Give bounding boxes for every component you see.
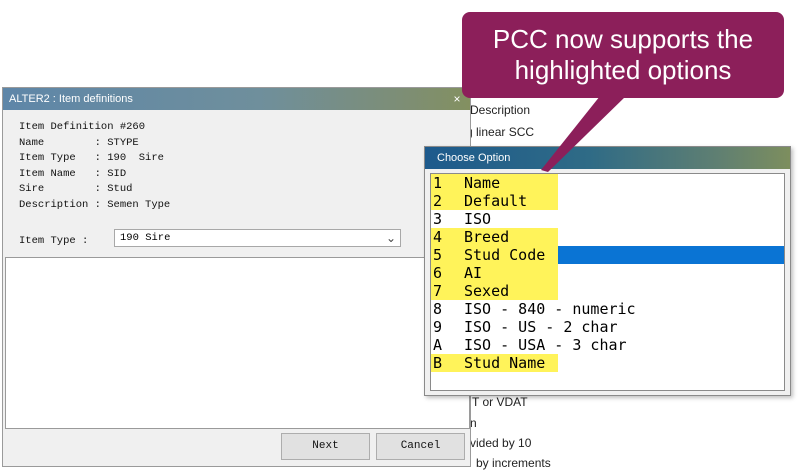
option-code: A — [433, 336, 443, 354]
option-name: Sexed — [464, 282, 510, 300]
option-code: 4 — [433, 228, 443, 246]
info-line: Item Name : SID — [19, 167, 127, 180]
item-type-select[interactable]: 190 Sire ⌄ — [114, 229, 401, 247]
option-item[interactable]: 9 ISO - US - 2 char — [431, 318, 784, 336]
option-code: 2 — [433, 192, 443, 210]
bg-increments-text: by increments — [476, 456, 551, 470]
option-item[interactable]: 3 ISO — [431, 210, 784, 228]
info-line: Description : Semen Type — [19, 198, 171, 211]
callout-line: PCC now supports the — [492, 24, 754, 54]
item-type-label: Item Type : — [19, 235, 89, 247]
option-item[interactable]: 1 Name — [431, 174, 784, 192]
option-item[interactable]: 6 AI — [431, 264, 784, 282]
option-code: 7 — [433, 282, 443, 300]
items-listbox[interactable] — [5, 257, 470, 429]
option-name: ISO - 840 - numeric — [464, 300, 636, 318]
option-code: 5 — [433, 246, 443, 264]
option-name: AI — [464, 264, 483, 282]
info-line: Item Definition #260 — [19, 121, 146, 133]
option-item[interactable]: B Stud Name — [431, 354, 784, 372]
option-name: ISO — [464, 210, 492, 228]
option-list[interactable]: 1 Name 2 Default 3 ISO 4 Breed 5 Stud Code 6 AI 7 Sex… — [430, 173, 785, 391]
next-button[interactable]: Next — [281, 433, 370, 460]
option-highlight — [431, 264, 558, 282]
option-name: Name — [464, 174, 501, 192]
option-code: 3 — [433, 210, 443, 228]
option-name: ISO - US - 2 char — [464, 318, 618, 336]
item-info: Item Definition #260 Name : STYPE Item Typ… — [19, 120, 170, 213]
option-name: ISO - USA - 3 char — [464, 336, 627, 354]
chevron-down-icon[interactable]: ⌄ — [386, 230, 396, 246]
cancel-button[interactable]: Cancel — [376, 433, 465, 460]
callout-box: PCC now supports the highlighted options — [462, 12, 784, 98]
option-name: Stud Code — [464, 246, 546, 264]
option-code: 6 — [433, 264, 443, 282]
dialog-titlebar[interactable]: ALTER2 : Item definitions × — [3, 88, 470, 110]
option-code: 8 — [433, 300, 443, 318]
bg-vdat-text: T or VDAT — [472, 395, 528, 409]
option-item[interactable]: 8 ISO - 840 - numeric — [431, 300, 784, 318]
bg-divided-text: vided by 10 — [470, 436, 532, 450]
choose-option-popup: Choose Option 1 Name 2 Default 3 ISO 4 Breed 5 St… — [424, 146, 791, 396]
option-code: 1 — [433, 174, 443, 192]
bg-n-text: n — [470, 416, 477, 430]
option-item[interactable]: 5 Stud Code — [431, 246, 784, 264]
info-line: Item Type : 190 Sire — [19, 152, 164, 164]
option-code: 9 — [433, 318, 443, 336]
option-item[interactable]: A ISO - USA - 3 char — [431, 336, 784, 354]
info-line: Name : STYPE — [19, 136, 139, 149]
option-name: Breed — [464, 228, 510, 246]
item-type-value: 190 Sire — [120, 232, 171, 244]
option-item[interactable]: 7 Sexed — [431, 282, 784, 300]
popup-title[interactable]: Choose Option — [425, 147, 790, 169]
item-definitions-dialog: ALTER2 : Item definitions × Item Definit… — [2, 87, 471, 467]
info-line: Sire : Stud — [19, 183, 133, 195]
dialog-title: ALTER2 : Item definitions — [9, 93, 133, 105]
option-item[interactable]: 2 Default — [431, 192, 784, 210]
bg-description-text: Description — [470, 103, 531, 117]
bg-linear-scc-text: g linear SCC — [466, 125, 535, 139]
option-code: B — [433, 354, 443, 372]
option-name: Stud Name — [464, 354, 546, 372]
option-name: Default — [464, 192, 528, 210]
callout-line: highlighted options — [514, 55, 732, 85]
option-item[interactable]: 4 Breed — [431, 228, 784, 246]
